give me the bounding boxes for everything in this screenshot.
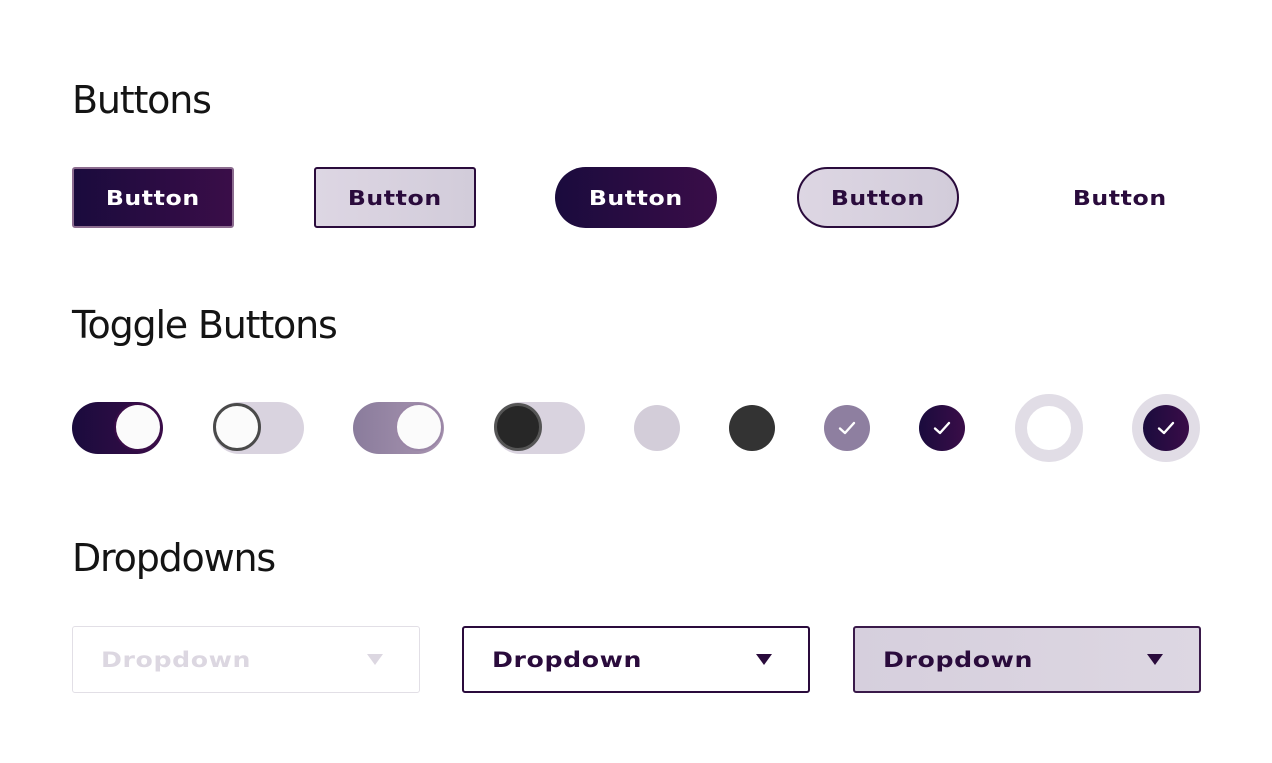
toggle-switch-on-muted[interactable] <box>353 402 444 454</box>
caret-down-icon <box>1147 654 1163 665</box>
toggles-section-title: Toggle Buttons <box>72 303 338 347</box>
button-label: Button <box>831 185 925 210</box>
dropdown-label: Dropdown <box>883 647 1034 672</box>
outlined-square-button[interactable]: Button <box>314 167 476 228</box>
check-icon <box>933 421 951 435</box>
toggle-knob <box>213 403 261 451</box>
radio-inner <box>1143 405 1189 451</box>
check-icon <box>1157 421 1175 435</box>
toggle-knob <box>494 403 542 451</box>
dropdown-label: Dropdown <box>101 647 252 672</box>
caret-down-icon <box>756 654 772 665</box>
text-button[interactable]: Button <box>1039 167 1201 228</box>
buttons-section-title: Buttons <box>72 78 212 122</box>
dropdown-outline[interactable]: Dropdown <box>462 626 810 693</box>
radio-checked-muted[interactable] <box>824 405 870 451</box>
filled-square-button[interactable]: Button <box>72 167 234 228</box>
toggle-switch-off-dark-knob[interactable] <box>494 402 585 454</box>
dropdown-disabled[interactable]: Dropdown <box>72 626 420 693</box>
dropdowns-section-title: Dropdowns <box>72 536 276 580</box>
dropdown-label: Dropdown <box>492 647 643 672</box>
outlined-pill-button[interactable]: Button <box>797 167 959 228</box>
check-icon <box>838 421 856 435</box>
toggle-knob <box>114 403 162 451</box>
toggle-switch-on-dark[interactable] <box>72 402 163 454</box>
radio-checked-dark[interactable] <box>919 405 965 451</box>
button-label: Button <box>348 185 442 210</box>
filled-pill-button[interactable]: Button <box>555 167 717 228</box>
button-label: Button <box>106 185 200 210</box>
radio-unchecked-dark[interactable] <box>729 405 775 451</box>
dropdown-filled[interactable]: Dropdown <box>853 626 1201 693</box>
button-label: Button <box>1073 185 1167 210</box>
caret-down-icon <box>367 654 383 665</box>
radio-unchecked-light[interactable] <box>634 405 680 451</box>
radio-unchecked-focus-ring[interactable] <box>1015 394 1083 462</box>
button-label: Button <box>589 185 683 210</box>
toggle-knob <box>395 403 443 451</box>
toggle-switch-off-light[interactable] <box>213 402 304 454</box>
radio-checked-focus-ring[interactable] <box>1132 394 1200 462</box>
